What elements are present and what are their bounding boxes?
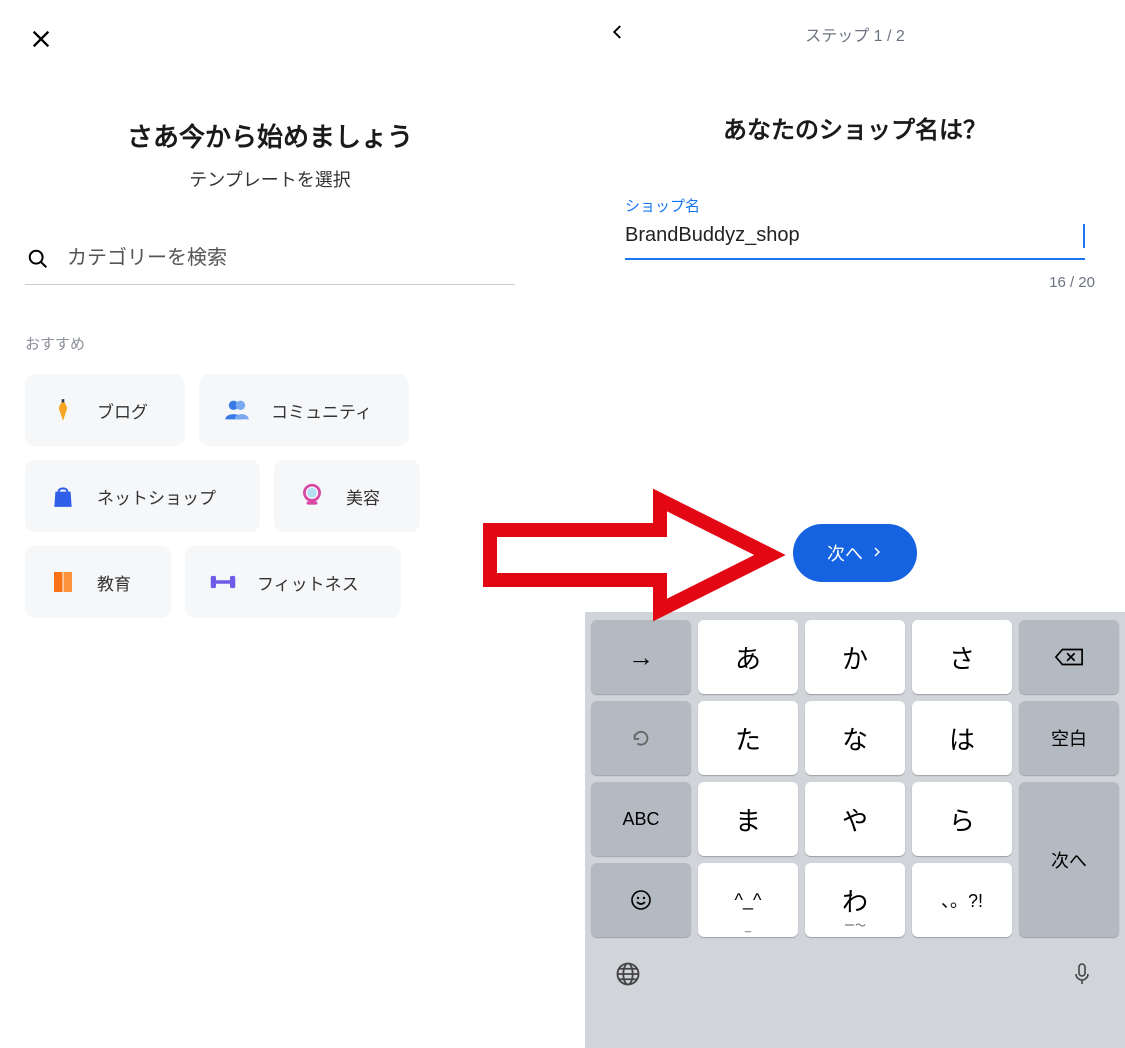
dumbbell-icon [209,568,237,596]
text-cursor [1083,224,1085,248]
close-icon [30,28,52,50]
kb-ka[interactable]: か [805,620,905,694]
next-button[interactable]: 次へ [793,524,917,582]
undo-icon [630,727,652,749]
category-label: フィットネス [257,570,359,595]
pen-icon [49,396,77,424]
field-input-wrap[interactable]: BrandBuddyz_shop [625,216,1085,260]
kb-kaomoji[interactable]: ^_^_ [698,863,798,937]
kb-punct[interactable]: 、。?! [912,863,1012,937]
mic-icon [1070,960,1094,988]
backspace-icon [1054,647,1084,667]
page-subtitle: テンプレートを選択 [25,166,515,192]
category-blog[interactable]: ブログ [25,374,185,446]
kb-ra[interactable]: ら [912,782,1012,856]
category-label: コミュニティ [271,398,372,423]
close-button[interactable] [25,20,57,62]
category-shop[interactable]: ネットショップ [25,460,260,532]
kb-globe[interactable] [613,959,643,989]
kb-mic[interactable] [1067,959,1097,989]
kb-undo[interactable] [591,701,691,775]
chevron-right-icon [871,545,883,561]
bag-icon [49,482,77,510]
category-label: 美容 [346,484,380,509]
kb-wa[interactable]: わー～ [805,863,905,937]
category-search-input[interactable] [67,247,515,270]
shop-name-input[interactable]: BrandBuddyz_shop [625,224,1083,248]
kb-backspace[interactable] [1019,620,1119,694]
category-education[interactable]: 教育 [25,546,171,618]
char-count: 16 / 20 [585,274,1095,291]
shop-name-field: ショップ名 BrandBuddyz_shop [625,195,1085,260]
category-label: ブログ [97,398,148,423]
kb-emoji[interactable] [591,863,691,937]
step-indicator: ステップ 1 / 2 [585,22,1125,46]
kb-na[interactable]: な [805,701,905,775]
kb-tab[interactable]: → [591,620,691,694]
emoji-icon [629,888,653,912]
category-community[interactable]: コミュニティ [199,374,409,446]
category-label: 教育 [97,570,131,595]
template-select-screen: さあ今から始めましょう テンプレートを選択 おすすめ ブログ コミュニティ [0,0,540,1048]
kb-ya[interactable]: や [805,782,905,856]
kb-next[interactable]: 次へ [1019,782,1119,937]
category-label: ネットショップ [97,484,216,509]
shop-name-screen: ステップ 1 / 2 あなたのショップ名は？ ショップ名 BrandBuddyz… [585,0,1125,1048]
kb-ha[interactable]: は [912,701,1012,775]
mirror-icon [298,482,326,510]
people-icon [223,396,251,424]
header: ステップ 1 / 2 [585,0,1125,50]
search-icon [27,248,49,270]
recommended-label: おすすめ [25,333,515,354]
kb-sa[interactable]: さ [912,620,1012,694]
kb-ma[interactable]: ま [698,782,798,856]
category-fitness[interactable]: フィットネス [185,546,401,618]
kb-abc[interactable]: ABC [591,782,691,856]
field-label: ショップ名 [625,195,1085,216]
virtual-keyboard: → あ か さ た な は 空白 ABC ま や ら 次へ ^_^_ わー～ [585,612,1125,1048]
kb-a[interactable]: あ [698,620,798,694]
category-beauty[interactable]: 美容 [274,460,420,532]
kb-space[interactable]: 空白 [1019,701,1119,775]
next-button-label: 次へ [827,540,863,566]
page-title: さあ今から始めましょう [25,117,515,154]
globe-icon [614,960,642,988]
category-grid: ブログ コミュニティ ネットショップ 美容 教育 [25,374,515,618]
search-row[interactable] [25,247,515,285]
book-icon [49,568,77,596]
kb-ta[interactable]: た [698,701,798,775]
page-title: あなたのショップ名は？ [585,110,1125,145]
